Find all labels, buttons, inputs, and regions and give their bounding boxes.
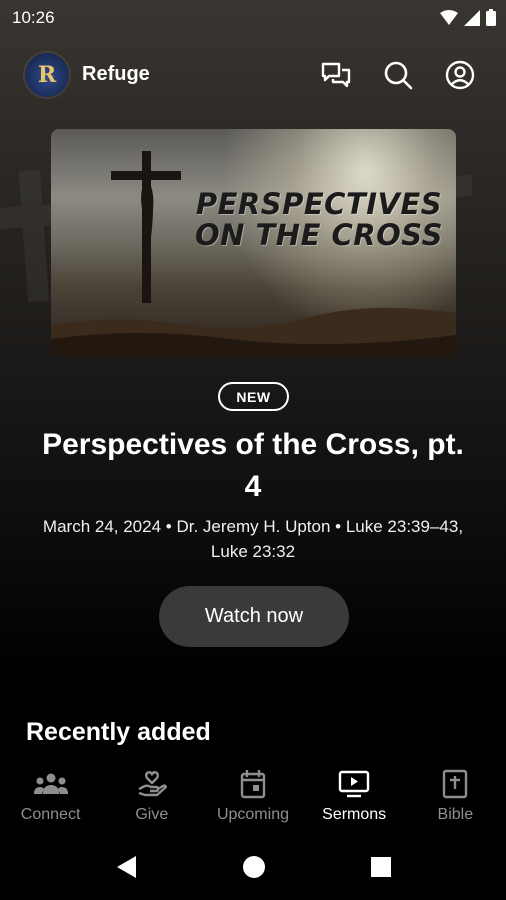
recents-icon[interactable]	[368, 854, 394, 880]
nav-label: Sermons	[322, 806, 387, 823]
home-icon[interactable]	[241, 854, 267, 880]
sermon-meta: March 24, 2024 • Dr. Jeremy H. Upton • L…	[42, 517, 464, 561]
nav-item-bible[interactable]: Bible	[405, 760, 506, 832]
nav-label: Give	[135, 806, 169, 823]
artwork-title: PERSPECTIVES ON THE CROSS	[189, 189, 449, 251]
watch-now-button[interactable]: Watch now	[159, 586, 349, 647]
app-bar: R Refuge	[0, 50, 506, 100]
nav-item-upcoming[interactable]: Upcoming	[202, 760, 303, 832]
cross-icon	[111, 151, 181, 303]
calendar-icon	[235, 768, 271, 800]
bible-icon	[437, 768, 473, 800]
signal-icon	[464, 9, 480, 31]
account-icon[interactable]	[444, 59, 476, 91]
chat-icon[interactable]	[320, 59, 352, 91]
play-tv-icon	[336, 768, 372, 800]
back-icon[interactable]	[114, 854, 140, 880]
people-icon	[33, 768, 69, 800]
status-bar: 10:26	[0, 0, 506, 36]
logo-letter: R	[37, 62, 57, 88]
nav-label: Upcoming	[216, 806, 289, 823]
status-time: 10:26	[12, 8, 55, 27]
screen: ✝ ✝ ✝ 10:26 R Refuge	[0, 0, 506, 900]
app-bar-actions	[320, 59, 476, 91]
hand-heart-icon	[134, 768, 170, 800]
wifi-icon	[440, 9, 458, 31]
church-logo[interactable]: R	[25, 53, 69, 97]
battery-icon	[486, 9, 496, 31]
nav-label: Bible	[437, 806, 474, 823]
nav-item-sermons[interactable]: Sermons	[304, 760, 405, 832]
status-icons	[440, 9, 496, 31]
sermon-title[interactable]: Perspectives of the Cross, pt. 4	[30, 424, 476, 508]
nav-item-give[interactable]: Give	[101, 760, 202, 832]
sermon-series-artwork[interactable]: PERSPECTIVES ON THE CROSS	[51, 129, 456, 357]
bottom-navigation: Connect Give Upcoming Sermons Bible	[0, 760, 506, 832]
system-navigation	[0, 832, 506, 900]
nav-label: Connect	[20, 806, 81, 823]
nav-item-connect[interactable]: Connect	[0, 760, 101, 832]
app-title: Refuge	[82, 63, 150, 85]
new-badge: NEW	[218, 382, 289, 411]
search-icon[interactable]	[382, 59, 414, 91]
artwork-title-line2: ON THE CROSS	[195, 218, 443, 252]
recently-added-heading: Recently added	[26, 718, 211, 746]
artwork-title-line1: PERSPECTIVES	[195, 187, 443, 221]
